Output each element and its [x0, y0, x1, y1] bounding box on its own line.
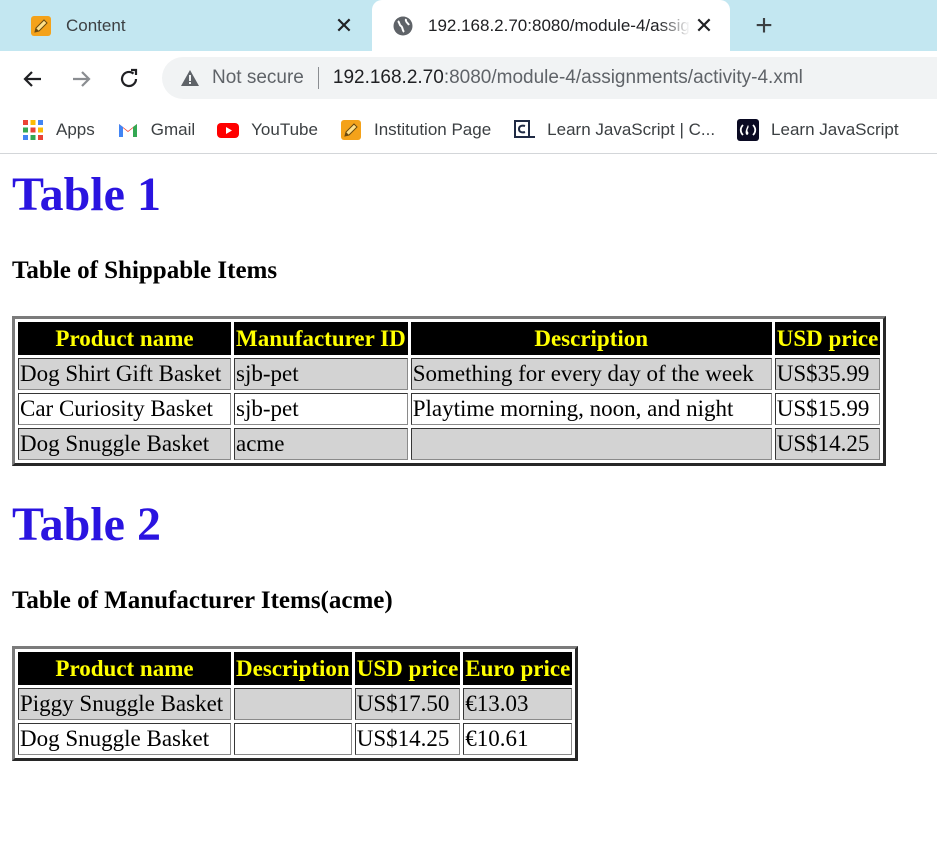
shippable-items-table: Product name Manufacturer ID Description…: [12, 316, 887, 466]
browser-toolbar: Not secure 192.168.2.70:8080/module-4/as…: [0, 51, 937, 107]
table1-title: Table 1: [12, 168, 161, 221]
manufacturer-items-table: Product name Description USD price Euro …: [12, 646, 579, 761]
pencil-icon: [31, 15, 51, 36]
bookmark-label: Institution Page: [373, 120, 492, 139]
cell-product-name: Piggy Snuggle Basket: [18, 688, 231, 720]
gmail-icon: [118, 124, 137, 137]
warning-icon: [181, 70, 199, 86]
tab-title: 192.168.2.70:8080/module-4/assignments/a…: [428, 15, 690, 35]
bookmark-label: Learn JavaScript | C...: [547, 120, 716, 139]
url-text[interactable]: 192.168.2.70:8080/module-4/assignments/a…: [333, 67, 803, 89]
cell-description: [234, 723, 352, 755]
forward-button[interactable]: [65, 63, 97, 95]
back-button[interactable]: [17, 63, 49, 95]
cell-description: [234, 688, 352, 720]
freecodecamp-icon: [737, 119, 760, 141]
cell-usd-price: US$35.99: [774, 358, 881, 390]
table2-title: Table 2: [12, 498, 161, 551]
table1-subtitle: Table of Shippable Items: [12, 257, 278, 284]
cell-description: [410, 428, 772, 460]
bookmark-institution-page[interactable]: Institution Page: [340, 119, 491, 141]
column-header: USD price: [774, 322, 881, 355]
codecademy-icon: [514, 120, 536, 138]
new-tab-button[interactable]: +: [748, 10, 780, 42]
cell-euro-price: €10.61: [463, 723, 573, 755]
bookmark-label: Apps: [56, 120, 95, 139]
arrow-left-icon: [23, 71, 41, 87]
security-label[interactable]: Not secure: [212, 67, 304, 89]
bookmark-gmail[interactable]: Gmail: [117, 119, 195, 141]
column-header: Description: [234, 652, 352, 685]
cell-description: Something for every day of the week: [410, 358, 772, 390]
table-row: Dog Snuggle Basket US$14.25 €10.61: [18, 723, 573, 755]
youtube-icon: [217, 123, 240, 138]
reload-icon: [120, 68, 138, 88]
table-row: Car Curiosity Basket sjb-pet Playtime mo…: [18, 393, 881, 425]
cell-product-name: Dog Snuggle Basket: [18, 723, 231, 755]
cell-usd-price: US$15.99: [774, 393, 881, 425]
url-host: 192.168.2.70: [332, 67, 444, 88]
column-header: USD price: [354, 652, 461, 685]
cell-euro-price: €13.03: [463, 688, 573, 720]
column-header: Euro price: [463, 652, 573, 685]
cell-usd-price: US$14.25: [354, 723, 461, 755]
cell-product-name: Dog Snuggle Basket: [18, 428, 231, 460]
divider: [317, 67, 319, 89]
bookmark-learn-javascript-fcc[interactable]: Learn JavaScript: [737, 119, 899, 141]
table-header-row: Product name Manufacturer ID Description…: [18, 322, 881, 355]
cell-description: Playtime morning, noon, and night: [410, 393, 772, 425]
table-row: Dog Shirt Gift Basket sjb-pet Something …: [18, 358, 881, 390]
cell-usd-price: US$14.25: [774, 428, 881, 460]
reload-button[interactable]: [113, 63, 145, 95]
column-header: Product name: [18, 322, 231, 355]
bookmarks-bar: Apps Gmail YouTube Institution Page Lear…: [0, 107, 937, 154]
cell-manufacturer-id: acme: [234, 428, 408, 460]
address-bar[interactable]: Not secure 192.168.2.70:8080/module-4/as…: [162, 57, 937, 99]
table-header-row: Product name Description USD price Euro …: [18, 652, 573, 685]
close-tab-icon[interactable]: ✕: [690, 12, 718, 40]
column-header: Description: [410, 322, 772, 355]
page-content: Table 1 Table of Shippable Items Product…: [12, 154, 932, 761]
globe-icon: [393, 16, 413, 35]
arrow-right-icon: [73, 71, 91, 87]
bookmark-learn-javascript-codecademy[interactable]: Learn JavaScript | C...: [513, 119, 715, 141]
cell-manufacturer-id: sjb-pet: [234, 358, 408, 390]
tab-title: Content: [66, 15, 126, 35]
bookmark-label: Learn JavaScript: [771, 120, 899, 139]
url-path: :8080/module-4/assignments/activity-4.xm…: [443, 67, 803, 88]
tab-activity-xml[interactable]: 192.168.2.70:8080/module-4/assignments/a…: [372, 0, 730, 51]
bookmark-apps[interactable]: Apps: [22, 119, 95, 141]
close-tab-icon[interactable]: ✕: [330, 12, 358, 40]
tab-strip: Content ✕ 192.168.2.70:8080/module-4/ass…: [0, 0, 937, 51]
bookmark-label: YouTube: [251, 120, 318, 139]
tab-content[interactable]: Content ✕: [0, 0, 370, 51]
cell-product-name: Dog Shirt Gift Basket: [18, 358, 231, 390]
bookmark-youtube[interactable]: YouTube: [217, 119, 318, 141]
table-row: Dog Snuggle Basket acme US$14.25: [18, 428, 881, 460]
column-header: Manufacturer ID: [234, 322, 408, 355]
column-header: Product name: [18, 652, 231, 685]
apps-grid-icon: [23, 120, 43, 140]
table2-subtitle: Table of Manufacturer Items(acme): [12, 587, 393, 614]
bookmark-label: Gmail: [150, 120, 196, 139]
pencil-icon: [340, 120, 361, 140]
cell-product-name: Car Curiosity Basket: [18, 393, 231, 425]
table-row: Piggy Snuggle Basket US$17.50 €13.03: [18, 688, 573, 720]
cell-manufacturer-id: sjb-pet: [234, 393, 408, 425]
cell-usd-price: US$17.50: [354, 688, 461, 720]
